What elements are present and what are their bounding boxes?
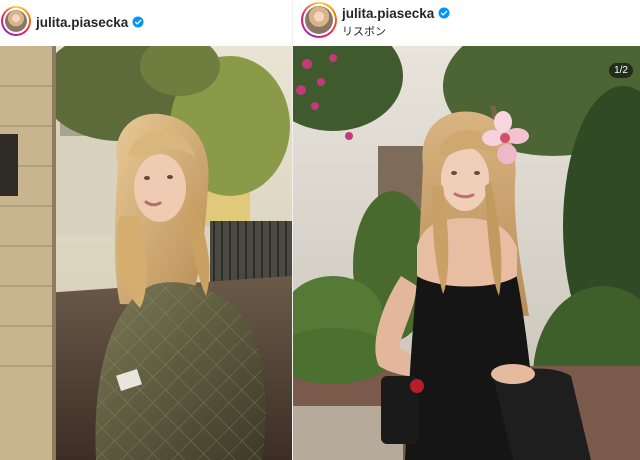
verified-badge-icon — [438, 7, 450, 19]
profile-avatar[interactable] — [301, 2, 337, 38]
username-link[interactable]: julita.piasecka — [36, 15, 144, 30]
username-text: julita.piasecka — [342, 6, 435, 21]
post-header: julita.piasecka — [0, 0, 292, 46]
username-text: julita.piasecka — [36, 15, 129, 30]
profile-avatar[interactable] — [1, 6, 31, 36]
photo-woman-green-quilted-jacket — [0, 46, 292, 460]
post-header: julita.piasecka リスボン — [293, 0, 640, 46]
post-photo[interactable] — [0, 46, 292, 460]
screenshot: julita.piasecka julita.piasecka リスボン 1/2 — [0, 0, 640, 460]
post-left: julita.piasecka — [0, 0, 292, 460]
post-right: julita.piasecka リスボン 1/2 — [292, 0, 640, 460]
carousel-counter: 1/2 — [609, 63, 633, 78]
post-location-link[interactable]: リスボン — [342, 23, 386, 39]
verified-badge-icon — [132, 16, 144, 28]
username-link[interactable]: julita.piasecka — [342, 6, 450, 21]
photo-woman-black-dress-hibiscus — [293, 46, 640, 460]
post-photo[interactable] — [293, 46, 640, 460]
